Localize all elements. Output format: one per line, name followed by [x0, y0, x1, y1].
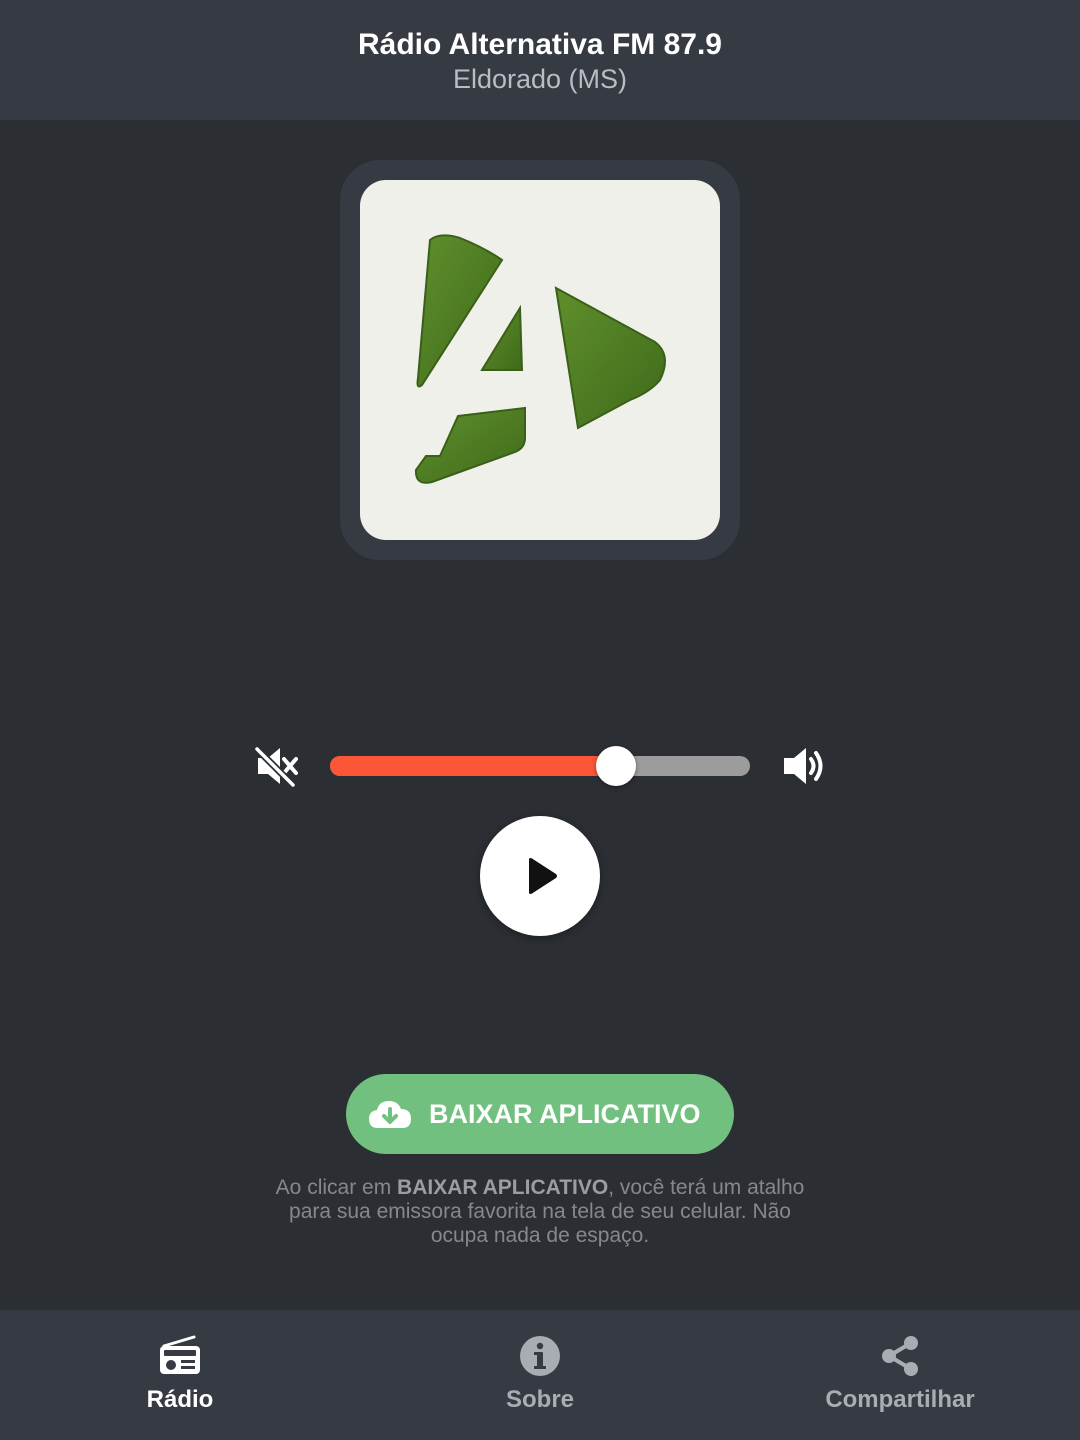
share-icon	[882, 1336, 918, 1376]
volume-up-button[interactable]	[780, 744, 826, 788]
info-text-bold: BAIXAR APLICATIVO	[397, 1176, 609, 1199]
nav-label-compartilhar: Compartilhar	[825, 1386, 975, 1413]
nav-label-radio: Rádio	[146, 1386, 214, 1413]
download-app-label: BAIXAR APLICATIVO	[429, 1099, 701, 1129]
station-logo	[360, 180, 720, 540]
nav-item-radio[interactable]: Rádio	[0, 1310, 360, 1440]
alternativa-logo-icon	[414, 234, 666, 484]
volume-slider-thumb[interactable]	[595, 746, 636, 786]
radio-icon	[160, 1335, 200, 1374]
volume-mute-button[interactable]	[252, 744, 300, 790]
nav-label-sobre: Sobre	[505, 1386, 574, 1413]
download-info-text: Ao clicar em BAIXAR APLICATIVO, você ter…	[270, 1176, 810, 1248]
play-icon	[529, 858, 557, 894]
info-icon	[520, 1336, 560, 1376]
play-button[interactable]	[480, 816, 600, 936]
volume-slider-fill	[330, 756, 616, 776]
volume-slider[interactable]	[330, 746, 750, 786]
volume-up-icon	[784, 748, 823, 784]
app-header: Rádio Alternativa FM 87.9 Eldorado (MS)	[0, 0, 1080, 120]
cloud-download-icon	[369, 1101, 411, 1128]
station-title: Rádio Alternativa FM 87.9	[358, 28, 722, 61]
volume-mute-icon	[252, 744, 298, 790]
nav-item-sobre[interactable]: Sobre	[360, 1310, 720, 1440]
station-logo-frame	[340, 160, 740, 560]
info-text-before: Ao clicar em	[275, 1176, 398, 1199]
bottom-navigation: Rádio Sobre Compartilhar	[0, 1310, 1080, 1440]
station-location: Eldorado (MS)	[452, 64, 628, 94]
nav-item-compartilhar[interactable]: Compartilhar	[720, 1310, 1080, 1440]
